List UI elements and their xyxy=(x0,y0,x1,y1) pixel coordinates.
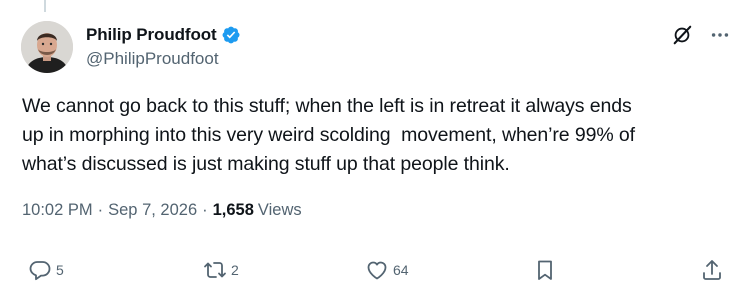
reply-icon xyxy=(29,261,51,281)
author-block: Philip Proudfoot @PhilipProudfoot xyxy=(86,24,241,69)
name-row: Philip Proudfoot xyxy=(86,24,241,46)
repost-button[interactable]: 2 xyxy=(203,258,239,282)
grok-icon[interactable] xyxy=(671,24,709,46)
verified-badge-icon xyxy=(221,25,241,45)
bookmark-icon xyxy=(538,260,552,280)
thread-line xyxy=(44,0,46,12)
like-button[interactable]: 64 xyxy=(365,258,409,282)
tweet-date[interactable]: Sep 7, 2026 xyxy=(108,201,197,220)
repost-count: 2 xyxy=(231,262,239,278)
display-name[interactable]: Philip Proudfoot xyxy=(86,25,217,45)
share-button[interactable] xyxy=(700,258,724,282)
top-actions xyxy=(671,24,731,46)
meta-separator: · xyxy=(202,201,208,219)
avatar-image xyxy=(21,21,73,73)
action-bar: 5 2 64 xyxy=(0,258,755,288)
views-count: 1,658 xyxy=(212,201,254,219)
tweet: Philip Proudfoot @PhilipProudfoot We can… xyxy=(0,0,755,303)
share-icon xyxy=(703,260,721,280)
bookmark-button[interactable] xyxy=(533,258,557,282)
meta-separator: · xyxy=(97,201,104,219)
more-icon[interactable] xyxy=(709,24,731,46)
views-label: Views xyxy=(257,201,302,219)
tweet-meta: 10:02 PM · Sep 7, 2026 · 1,658 Views xyxy=(22,201,302,220)
like-icon xyxy=(367,261,387,280)
handle[interactable]: @PhilipProudfoot xyxy=(86,49,241,69)
reply-count: 5 xyxy=(56,262,64,278)
avatar[interactable] xyxy=(21,21,73,73)
like-count: 64 xyxy=(393,262,409,278)
reply-button[interactable]: 5 xyxy=(28,258,64,282)
tweet-time[interactable]: 10:02 PM xyxy=(22,201,93,220)
tweet-text: We cannot go back to this stuff; when th… xyxy=(22,95,635,175)
repost-icon xyxy=(204,262,226,278)
